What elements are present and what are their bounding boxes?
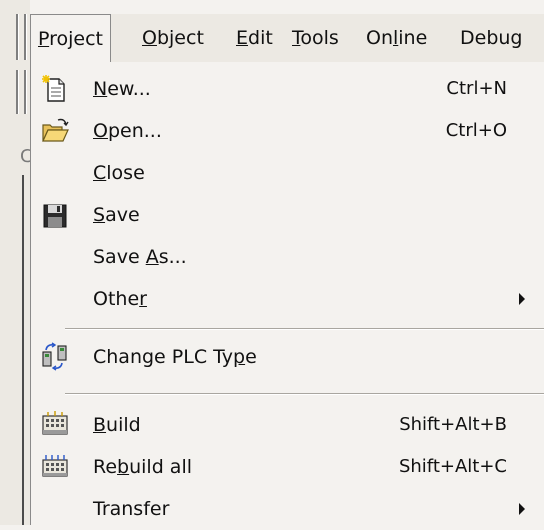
- menu-item-save-as[interactable]: Save As...: [31, 236, 544, 278]
- label-pre: Save: [93, 246, 146, 268]
- menu-item-transfer[interactable]: Transfer: [31, 488, 544, 530]
- menu-item-open[interactable]: Open... Ctrl+O: [31, 110, 544, 152]
- label-pre: Change PLC Ty: [93, 346, 234, 368]
- menu-label-post: bject: [156, 27, 204, 49]
- label-post: s...: [158, 246, 187, 268]
- menu-label-pre: Debug: [460, 27, 523, 49]
- submenu-arrow-icon: [519, 293, 525, 305]
- menu-item-change-plc-type[interactable]: Change PLC Type: [31, 336, 544, 378]
- menu-label-pre: On: [366, 27, 393, 49]
- rebuild-all-icon: [40, 452, 70, 482]
- shortcut-text: Shift+Alt+B: [399, 414, 507, 435]
- label-post: ew...: [107, 78, 151, 100]
- open-folder-icon: [40, 116, 70, 146]
- label-post: pen...: [107, 120, 162, 142]
- shortcut-text: Shift+Alt+C: [398, 456, 507, 477]
- menu-object[interactable]: Object: [142, 24, 204, 52]
- menu-item-label: Transfer: [93, 488, 169, 530]
- label-pre: Transfer: [93, 498, 170, 520]
- menu-label-mnemonic: O: [142, 27, 157, 49]
- label-mnemonic: b: [117, 456, 130, 478]
- menu-project[interactable]: Project: [30, 14, 112, 62]
- menu-edit[interactable]: Edit: [236, 24, 273, 52]
- menu-tools[interactable]: Tools: [292, 24, 339, 52]
- label-mnemonic: B: [93, 414, 107, 436]
- project-menu-dropdown: New... Ctrl+N Open... Ctrl+O Close Save …: [30, 62, 544, 525]
- label-post: lose: [106, 162, 145, 184]
- label-post: e: [245, 346, 257, 368]
- new-document-icon: [40, 74, 70, 104]
- label-mnemonic: C: [93, 162, 107, 184]
- menu-item-build[interactable]: Build Shift+Alt+B: [31, 404, 544, 446]
- menu-debug[interactable]: Debug: [460, 24, 522, 52]
- label-mnemonic: p: [233, 346, 246, 368]
- menu-bar: Project Object Edit Tools Online Debug: [30, 14, 544, 63]
- menu-item-new[interactable]: New... Ctrl+N: [31, 68, 544, 110]
- toolbar-grip[interactable]: [24, 14, 27, 60]
- menu-separator: [65, 328, 544, 330]
- label-post: ave: [105, 204, 140, 226]
- label-pre: Othe: [93, 288, 140, 310]
- build-icon: [40, 410, 70, 440]
- menu-separator: [65, 393, 544, 395]
- label-post: uild: [106, 414, 141, 436]
- menu-item-label: New...: [93, 68, 151, 110]
- menu-item-label: Change PLC Type: [93, 336, 257, 378]
- toolbar-grip[interactable]: [24, 70, 27, 114]
- label-mnemonic: N: [93, 78, 108, 100]
- label-mnemonic: r: [139, 288, 147, 310]
- menu-label-post: ine: [398, 27, 428, 49]
- toolbar-grip[interactable]: [16, 70, 19, 114]
- menu-item-other[interactable]: Other: [31, 278, 544, 320]
- save-disk-icon: [40, 200, 70, 230]
- label-mnemonic: A: [145, 246, 159, 268]
- menu-item-close[interactable]: Close: [31, 152, 544, 194]
- menu-item-save[interactable]: Save: [31, 194, 544, 236]
- shortcut-text: Ctrl+O: [445, 120, 507, 141]
- shortcut-text: Ctrl+N: [446, 78, 507, 99]
- menu-label-mnemonic: P: [38, 28, 50, 50]
- menu-item-label: Build: [93, 404, 141, 446]
- label-pre: Re: [93, 456, 118, 478]
- menu-item-label: Rebuild all: [93, 446, 192, 488]
- menu-item-rebuild-all[interactable]: Rebuild all Shift+Alt+C: [31, 446, 544, 488]
- menu-item-label: Close: [93, 152, 145, 194]
- menu-item-label: Save: [93, 194, 140, 236]
- menu-online[interactable]: Online: [366, 24, 427, 52]
- submenu-arrow-icon: [519, 503, 525, 515]
- label-mnemonic: O: [93, 120, 108, 142]
- menu-item-label: Other: [93, 278, 147, 320]
- menu-label-post: ools: [300, 27, 339, 49]
- toolbar-grip[interactable]: [16, 14, 19, 60]
- label-post: uild all: [129, 456, 193, 478]
- menu-item-label: Open...: [93, 110, 162, 152]
- menu-label-mnemonic: E: [236, 27, 249, 49]
- menu-item-label: Save As...: [93, 236, 187, 278]
- menu-label-post: roject: [49, 28, 104, 50]
- change-plc-type-icon: [40, 342, 70, 372]
- menu-label-post: dit: [248, 27, 273, 49]
- label-mnemonic: S: [93, 204, 106, 226]
